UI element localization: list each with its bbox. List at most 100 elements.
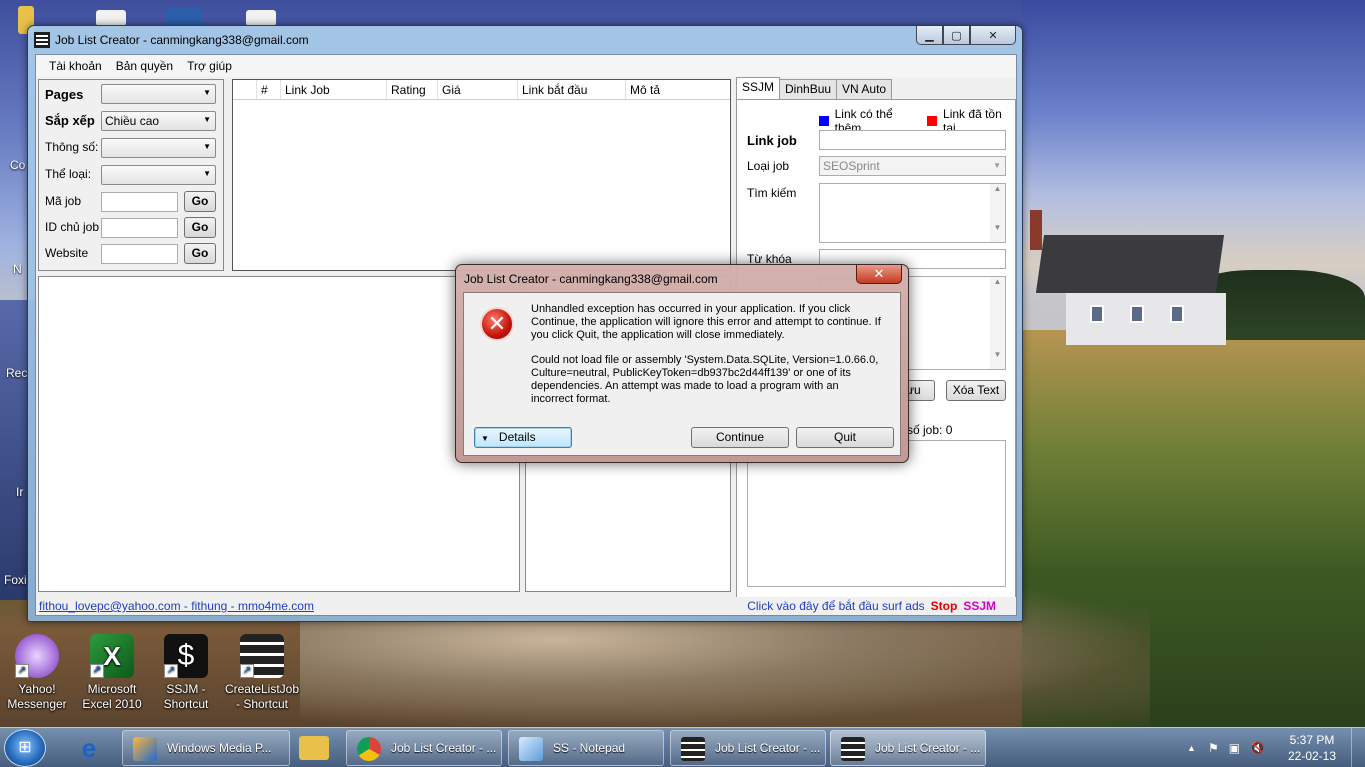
search-label: Tìm kiếm bbox=[747, 186, 797, 200]
params-select[interactable] bbox=[101, 138, 216, 158]
maximize-button[interactable]: ▢ bbox=[943, 26, 970, 45]
tab-vn-auto[interactable]: VN Auto bbox=[836, 79, 893, 99]
desktop-label-recycle[interactable]: Rec bbox=[6, 366, 27, 380]
search-textarea[interactable]: ▲ ▼ bbox=[819, 183, 1006, 243]
grid-col-link-job[interactable]: Link Job bbox=[281, 80, 387, 99]
tab-dinhbuu[interactable]: DinhBuu bbox=[779, 79, 838, 99]
category-label: Thể loại: bbox=[45, 167, 92, 181]
menu-account[interactable]: Tài khoản bbox=[42, 59, 109, 73]
continue-button[interactable]: Continue bbox=[691, 427, 789, 448]
author-link[interactable]: fithou_lovepc@yahoo.com - fithung - mmo4… bbox=[39, 599, 314, 613]
clear-text-button[interactable]: Xóa Text bbox=[946, 380, 1006, 401]
dialog-title: Job List Creator - canmingkang338@gmail.… bbox=[464, 272, 718, 286]
quit-button[interactable]: Quit bbox=[796, 427, 894, 448]
chrome-icon bbox=[357, 737, 381, 761]
desktop-icon-excel[interactable]: X ↗ Microsoft Excel 2010 bbox=[72, 634, 152, 712]
category-select[interactable] bbox=[101, 165, 216, 185]
task-label: Job List Creator - ... bbox=[875, 741, 981, 755]
document-icon[interactable] bbox=[246, 10, 276, 26]
dialog-body: ✕ Unhandled exception has occurred in yo… bbox=[463, 292, 901, 456]
details-button[interactable]: ▼ Details bbox=[474, 427, 572, 448]
task-windows-media-player[interactable]: Windows Media P... bbox=[122, 730, 290, 766]
menu-bar: Tài khoản Bản quyền Trợ giúp bbox=[36, 55, 1016, 77]
createlistjob-icon bbox=[681, 737, 705, 761]
params-label: Thông số: bbox=[45, 140, 99, 154]
owner-id-label: ID chủ job bbox=[45, 220, 100, 234]
action-center-icon[interactable]: ⚑ bbox=[1208, 741, 1219, 755]
owner-id-input[interactable] bbox=[101, 218, 178, 238]
show-hidden-icons-icon[interactable]: ▲ bbox=[1187, 743, 1196, 753]
wallpaper-house bbox=[1030, 210, 1230, 345]
job-id-label: Mã job bbox=[45, 194, 82, 208]
link-job-input[interactable] bbox=[819, 130, 1006, 150]
sort-select[interactable]: Chiều cao bbox=[101, 111, 216, 131]
document-icon[interactable] bbox=[96, 10, 126, 26]
website-go-button[interactable]: Go bbox=[184, 243, 216, 264]
job-id-input[interactable] bbox=[101, 192, 178, 212]
pages-select[interactable] bbox=[101, 84, 216, 104]
task-chrome-job-list[interactable]: Job List Creator - ... bbox=[346, 730, 502, 766]
createlistjob-icon: ↗ bbox=[240, 634, 284, 678]
internet-explorer-button[interactable]: e bbox=[64, 731, 114, 765]
word-icon[interactable] bbox=[166, 8, 202, 26]
ssjm-icon: $ ↗ bbox=[164, 634, 208, 678]
job-type-select[interactable]: SEOSprint bbox=[819, 156, 1006, 176]
desktop-label-ir[interactable]: Ir bbox=[16, 485, 23, 499]
clock[interactable]: 5:37 PM 22-02-13 bbox=[1277, 732, 1347, 764]
minimize-button[interactable]: ▁ bbox=[916, 26, 943, 45]
job-grid[interactable]: # Link Job Rating Giá Link bắt đầu Mô tả bbox=[232, 79, 731, 271]
task-job-list-creator-1[interactable]: Job List Creator - ... bbox=[670, 730, 826, 766]
show-desktop-button[interactable] bbox=[1351, 728, 1365, 767]
menu-help[interactable]: Trợ giúp bbox=[180, 59, 239, 73]
desktop-icon-label: SSJM - Shortcut bbox=[163, 682, 209, 711]
grid-col-rating[interactable]: Rating bbox=[387, 80, 438, 99]
explorer-button[interactable] bbox=[290, 731, 338, 765]
tab-ssjm[interactable]: SSJM bbox=[736, 77, 781, 99]
task-label: Job List Creator - ... bbox=[391, 741, 497, 755]
chevron-down-icon: ▼ bbox=[481, 434, 489, 443]
window-titlebar[interactable]: Job List Creator - canmingkang338@gmail.… bbox=[28, 26, 1022, 54]
browser-area[interactable] bbox=[38, 276, 520, 592]
start-button[interactable]: ⊞ bbox=[4, 729, 46, 767]
website-input[interactable] bbox=[101, 244, 178, 264]
sort-label: Sắp xếp bbox=[45, 112, 95, 128]
window-title: Job List Creator - canmingkang338@gmail.… bbox=[55, 33, 309, 47]
error-dialog: Job List Creator - canmingkang338@gmail.… bbox=[455, 264, 909, 463]
windows-logo-icon: ⊞ bbox=[18, 739, 32, 756]
task-job-list-creator-2[interactable]: Job List Creator - ... bbox=[830, 730, 986, 766]
keyword-scrollbar[interactable]: ▲ ▼ bbox=[990, 277, 1005, 369]
close-button[interactable]: ✕ bbox=[970, 26, 1016, 45]
grid-col-select[interactable] bbox=[233, 80, 257, 99]
taskbar: ⊞ e Windows Media P... Job List Creator … bbox=[0, 727, 1365, 767]
tab-strip: SSJM DinhBuu VN Auto bbox=[736, 77, 1016, 99]
job-id-go-button[interactable]: Go bbox=[184, 191, 216, 212]
grid-col-description[interactable]: Mô tả bbox=[626, 80, 730, 99]
error-icon: ✕ bbox=[480, 307, 514, 341]
details-label: Details bbox=[498, 430, 536, 444]
dialog-close-button[interactable]: ✕ bbox=[856, 265, 902, 284]
desktop-icon-ssjm[interactable]: $ ↗ SSJM - Shortcut bbox=[146, 634, 226, 712]
search-scrollbar[interactable]: ▲ ▼ bbox=[990, 184, 1005, 242]
grid-col-start-link[interactable]: Link bắt đầu bbox=[518, 80, 626, 99]
task-notepad[interactable]: SS - Notepad bbox=[508, 730, 664, 766]
website-label: Website bbox=[45, 246, 89, 260]
desktop-icon-createlistjob[interactable]: ↗ CreateListJob - Shortcut bbox=[222, 634, 302, 712]
ssjm-link[interactable]: SSJM bbox=[963, 599, 996, 613]
createlistjob-icon bbox=[841, 737, 865, 761]
dialog-exception-detail: Could not load file or assembly 'System.… bbox=[531, 354, 879, 405]
network-icon[interactable]: ▣ bbox=[1229, 741, 1240, 755]
pages-label: Pages bbox=[45, 86, 84, 102]
owner-id-go-button[interactable]: Go bbox=[184, 217, 216, 238]
volume-muted-icon[interactable]: 🔇 bbox=[1250, 741, 1265, 755]
desktop-label-computer[interactable]: Co bbox=[10, 158, 25, 172]
filter-panel: Pages Sắp xếp Chiều cao Thông số: Thể lo… bbox=[38, 79, 224, 271]
task-label: Job List Creator - ... bbox=[715, 741, 821, 755]
desktop-icon-yahoo[interactable]: ↗ Yahoo! Messenger bbox=[0, 634, 77, 712]
desktop-label-network[interactable]: N bbox=[13, 262, 22, 276]
grid-col-price[interactable]: Giá bbox=[438, 80, 518, 99]
surf-ads-link[interactable]: Click vào đây để bắt đầu surf ads bbox=[747, 599, 924, 613]
stop-link[interactable]: Stop bbox=[931, 599, 958, 613]
menu-license[interactable]: Bản quyền bbox=[109, 59, 180, 73]
grid-col-index[interactable]: # bbox=[257, 80, 281, 99]
desktop-label-foxit[interactable]: Foxi bbox=[4, 573, 27, 587]
